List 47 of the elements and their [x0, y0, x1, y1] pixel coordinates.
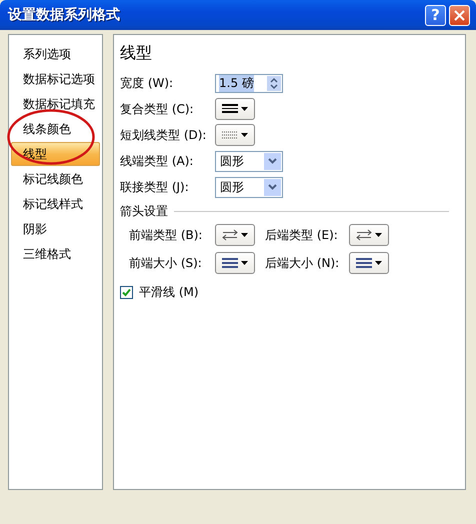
- arrows-icon: [356, 229, 372, 241]
- chevron-down-icon: [268, 158, 277, 164]
- caret-icon: [375, 261, 382, 265]
- section-heading: 箭头设置: [120, 202, 168, 220]
- checkbox[interactable]: [120, 286, 133, 299]
- help-button[interactable]: ?: [425, 4, 446, 26]
- dropdown[interactable]: 圆形: [215, 150, 283, 172]
- caret-icon: [241, 261, 248, 265]
- sidebar-item[interactable]: 系列选项: [11, 42, 100, 66]
- field-label: 联接类型 (J):: [120, 178, 190, 196]
- caret-icon: [375, 233, 382, 237]
- sidebar-item[interactable]: 阴影: [11, 217, 100, 241]
- sidebar-item[interactable]: 三维格式: [11, 242, 100, 266]
- sidebar-item[interactable]: 标记线样式: [11, 192, 100, 216]
- arrows-icon: [222, 229, 238, 241]
- caret-icon: [241, 233, 248, 237]
- close-icon: [454, 10, 465, 20]
- line-style-button[interactable]: [215, 252, 255, 274]
- dropdown[interactable]: 圆形: [215, 176, 283, 198]
- line-weights-icon: [356, 258, 372, 268]
- field-label: 宽度 (W):: [120, 74, 174, 92]
- field-label: 短划线类型 (D):: [120, 126, 208, 144]
- caret-icon: [241, 107, 248, 111]
- field-label: 前端类型 (B):: [129, 226, 204, 244]
- field-label: 前端大小 (S):: [129, 254, 203, 272]
- close-button[interactable]: [449, 4, 470, 26]
- line-style-button[interactable]: [349, 224, 389, 246]
- sidebar-item[interactable]: 数据标记选项: [11, 67, 100, 91]
- sidebar-item[interactable]: 数据标记填充: [11, 92, 100, 116]
- sidebar-item[interactable]: 线条颜色: [11, 117, 100, 141]
- field-label: 后端类型 (E):: [265, 226, 339, 244]
- field-label: 线端类型 (A):: [120, 152, 194, 170]
- caret-icon: [241, 133, 248, 137]
- chevron-down-icon: [268, 184, 277, 190]
- line-style-button[interactable]: [215, 224, 255, 246]
- window-title: 设置数据系列格式: [8, 6, 121, 24]
- field-label: 复合类型 (C):: [120, 100, 195, 118]
- dash-line-icon: [222, 130, 238, 140]
- field-label: 后端大小 (N):: [265, 254, 340, 272]
- line-weights-icon: [222, 258, 238, 268]
- compound-line-icon: [222, 104, 238, 114]
- section-heading: 线型: [120, 43, 152, 64]
- width-spinner[interactable]: 1.5 磅: [215, 74, 283, 92]
- line-style-button[interactable]: [349, 252, 389, 274]
- line-style-button[interactable]: [215, 98, 255, 120]
- checkbox-label: 平滑线 (M): [139, 284, 199, 301]
- sidebar-item[interactable]: 标记线颜色: [11, 167, 100, 191]
